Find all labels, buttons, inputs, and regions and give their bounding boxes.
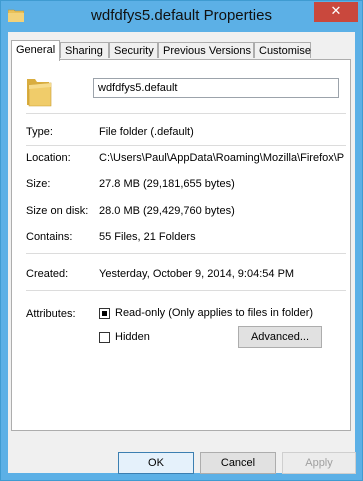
created-value: Yesterday, October 9, 2014, 9:04:54 PM xyxy=(99,268,295,280)
tab-security[interactable]: Security xyxy=(109,42,158,58)
ok-button[interactable]: OK xyxy=(118,452,194,474)
size-on-disk-label: Size on disk: xyxy=(26,205,89,217)
hidden-checkbox[interactable] xyxy=(99,332,110,343)
general-panel: Type: File folder (.default) Location: C… xyxy=(11,59,351,431)
hidden-label[interactable]: Hidden xyxy=(115,331,150,343)
readonly-checkbox[interactable] xyxy=(99,308,110,319)
tab-general[interactable]: General xyxy=(11,40,60,61)
type-label: Type: xyxy=(26,126,53,138)
divider xyxy=(26,113,346,114)
divider xyxy=(26,290,346,291)
divider xyxy=(26,253,346,254)
size-label: Size: xyxy=(26,178,51,190)
attributes-label: Attributes: xyxy=(26,308,76,320)
size-on-disk-value: 28.0 MB (29,429,760 bytes) xyxy=(99,205,235,217)
size-value: 27.8 MB (29,181,655 bytes) xyxy=(99,178,235,190)
tab-previous-versions[interactable]: Previous Versions xyxy=(158,42,254,58)
cancel-button[interactable]: Cancel xyxy=(200,452,276,474)
dialog-body: General Sharing Security Previous Versio… xyxy=(8,32,356,474)
contains-value: 55 Files, 21 Folders xyxy=(99,231,196,243)
properties-window: wdfdfys5.default Properties ✕ General Sh… xyxy=(0,0,363,481)
type-value: File folder (.default) xyxy=(99,126,194,138)
location-label: Location: xyxy=(26,152,71,164)
folder-name-input[interactable] xyxy=(93,78,339,98)
apply-button[interactable]: Apply xyxy=(282,452,356,474)
title-bar[interactable]: wdfdfys5.default Properties ✕ xyxy=(1,1,362,31)
divider xyxy=(26,145,346,146)
folder-icon xyxy=(27,79,52,107)
created-label: Created: xyxy=(26,268,69,280)
contains-label: Contains: xyxy=(26,231,73,243)
window-title: wdfdfys5.default Properties xyxy=(91,7,272,24)
tab-customise[interactable]: Customise xyxy=(254,42,311,58)
readonly-label[interactable]: Read-only (Only applies to files in fold… xyxy=(115,307,313,319)
advanced-button[interactable]: Advanced... xyxy=(238,326,322,348)
tab-sharing[interactable]: Sharing xyxy=(60,42,109,58)
close-button[interactable]: ✕ xyxy=(314,2,358,22)
location-value: C:\Users\Paul\AppData\Roaming\Mozilla\Fi… xyxy=(99,152,345,164)
